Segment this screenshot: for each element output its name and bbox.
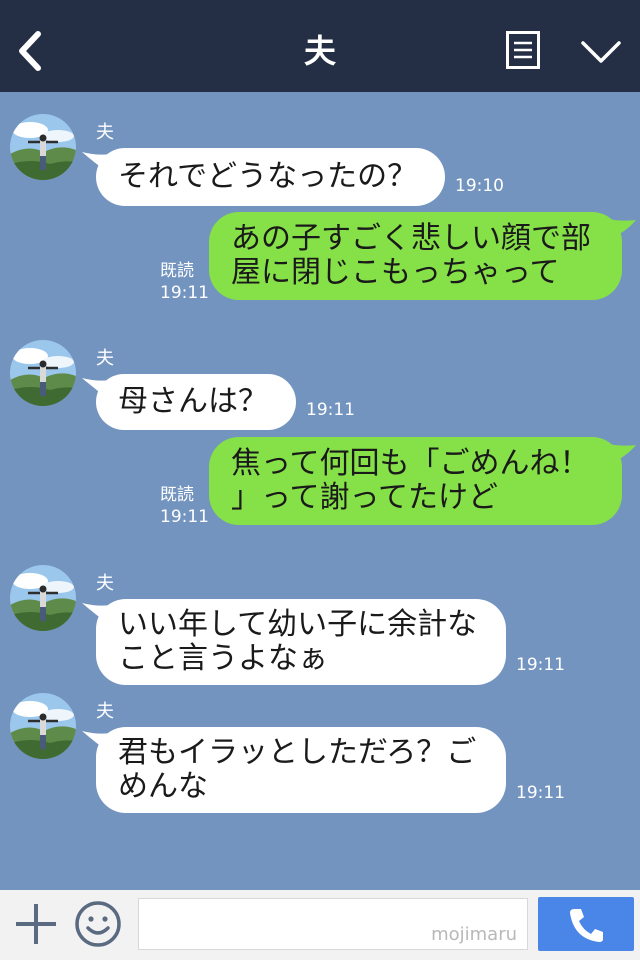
avatar-image xyxy=(10,114,76,180)
watermark: mojimaru xyxy=(431,924,517,945)
menu-icon[interactable] xyxy=(506,31,540,69)
message-bubble[interactable]: 焦って何回も「ごめんね！ 」って謝ってたけど xyxy=(209,437,622,525)
message-time: 19:11 xyxy=(160,283,209,303)
message-bubble[interactable]: いい年して幼い子に余計な こと言うよなぁ xyxy=(96,599,506,685)
bubble-tail xyxy=(604,443,636,465)
message-time: 19:11 xyxy=(516,655,565,675)
message-input[interactable]: mojimaru xyxy=(138,898,528,950)
message-text-line: いい年して幼い子に余計な xyxy=(118,607,478,642)
message-list[interactable]: 夫 それでどうなったの？ 19:10 既読 19:11 あの子すごく悲しい顔で部… xyxy=(0,92,640,890)
avatar[interactable] xyxy=(10,565,76,631)
message-text: それでどうなったの？ xyxy=(118,159,418,194)
avatar-image xyxy=(10,565,76,631)
message-time: 19:11 xyxy=(306,400,355,420)
message-bubble[interactable]: 君もイラッとしただろ？ご めんな xyxy=(96,727,506,813)
read-receipt: 既読 19:11 xyxy=(160,260,209,304)
read-label: 既読 xyxy=(160,261,194,281)
message-text-line: あの子すごく悲しい顔で部 xyxy=(231,221,591,256)
avatar[interactable] xyxy=(10,114,76,180)
message-text-line: 焦って何回も「ごめんね！ xyxy=(231,446,590,481)
chat-header: 夫 xyxy=(0,0,640,92)
message-text-line: こと言うよなぁ xyxy=(118,641,328,676)
sender-name: 夫 xyxy=(96,701,114,722)
sender-name: 夫 xyxy=(96,348,114,369)
bubble-tail xyxy=(604,218,636,240)
input-bar: mojimaru xyxy=(0,890,640,960)
phone-icon xyxy=(570,909,603,942)
message-bubble[interactable]: 母さんは？ xyxy=(96,374,296,430)
emoji-icon[interactable] xyxy=(74,900,122,948)
message-text-line: 屋に閉じこもっちゃって xyxy=(231,255,560,290)
chat-title: 夫 xyxy=(303,32,336,70)
message-bubble[interactable]: それでどうなったの？ xyxy=(96,148,445,206)
message-text: 母さんは？ xyxy=(118,384,268,419)
message-bubble[interactable]: あの子すごく悲しい顔で部 屋に閉じこもっちゃって xyxy=(209,212,622,300)
call-button[interactable] xyxy=(538,897,634,951)
message-time: 19:11 xyxy=(160,507,209,527)
message-text-line: 」って謝ってたけど xyxy=(231,480,498,515)
message-time: 19:11 xyxy=(516,783,565,803)
read-receipt: 既読 19:11 xyxy=(160,484,209,528)
plus-icon[interactable] xyxy=(14,902,58,946)
avatar[interactable] xyxy=(10,693,76,759)
message-time: 19:10 xyxy=(455,176,504,196)
message-text-line: 君もイラッとしただろ？ご xyxy=(118,735,477,770)
sender-name: 夫 xyxy=(96,122,114,143)
message-text-line: めんな xyxy=(118,769,208,804)
chevron-down-icon[interactable] xyxy=(580,38,622,66)
sender-name: 夫 xyxy=(96,573,114,594)
avatar[interactable] xyxy=(10,340,76,406)
avatar-image xyxy=(10,340,76,406)
read-label: 既読 xyxy=(160,485,194,505)
avatar-image xyxy=(10,693,76,759)
